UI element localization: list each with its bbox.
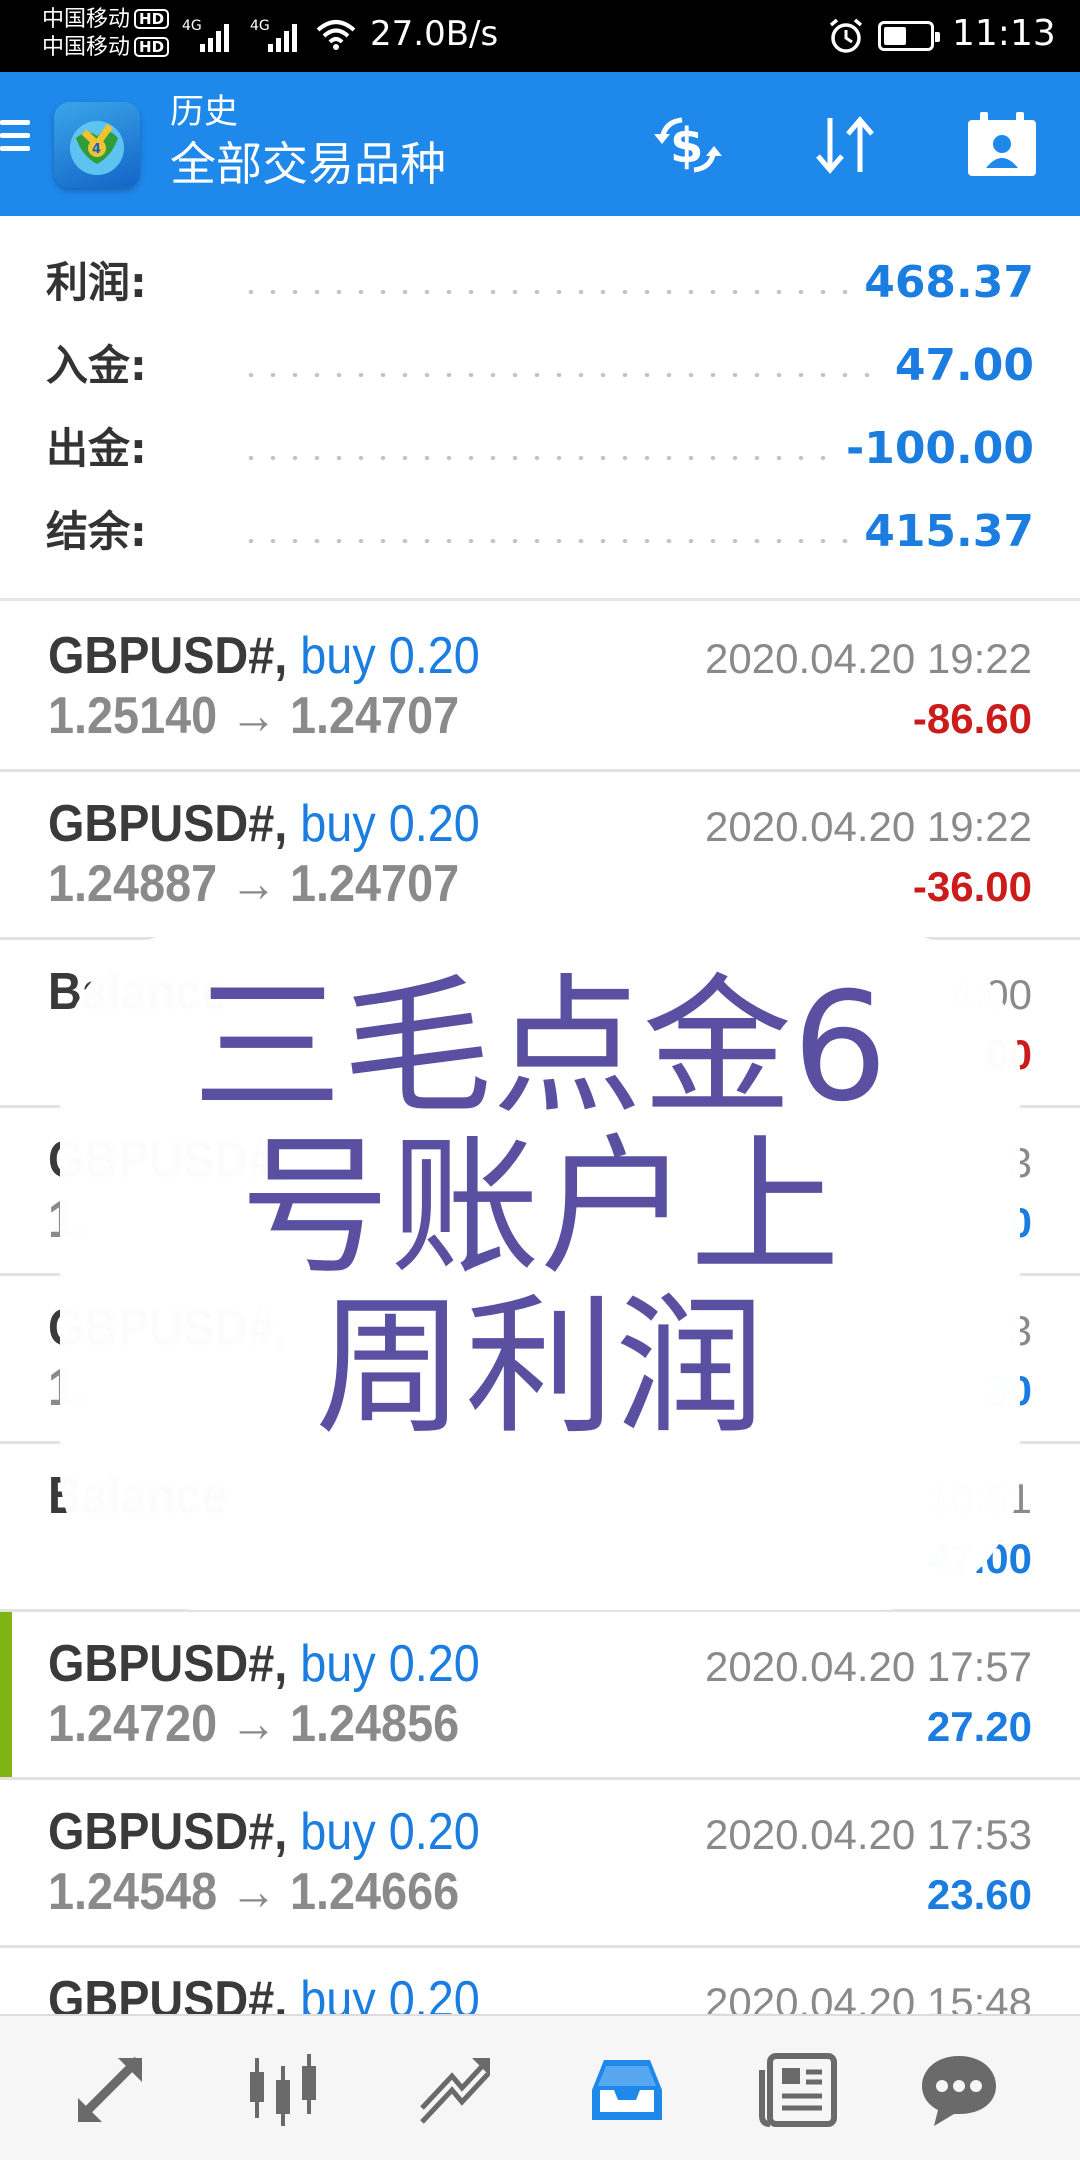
summary-label: 入金: <box>46 341 147 390</box>
hd-badge-2: HD <box>134 37 170 57</box>
summary-value: -100.00 <box>833 424 1034 474</box>
trade-icon[interactable] <box>412 2046 498 2132</box>
summary-value: 468.37 <box>852 258 1034 308</box>
deal-side: buy 0.20 <box>300 1803 480 1861</box>
summary-row-balance: 结余: 415.37 <box>0 501 1080 561</box>
summary-label: 出金: <box>46 424 147 473</box>
clock-label: 11:13 <box>952 13 1056 54</box>
deal-symbol-name: GBPUSD#, <box>48 1803 301 1861</box>
deal-symbol: GBPUSD#, buy 0.20 <box>48 794 480 854</box>
deal-time: 2020.04.20 19:22 <box>705 803 1032 850</box>
deal-time: 2020.04.20 19:22 <box>705 635 1032 682</box>
deal-row[interactable]: GBPUSD#, buy 0.20 1.24887 → 1.24707 2020.0… <box>0 772 1080 940</box>
chart-icon[interactable] <box>240 2046 326 2132</box>
carrier-1-label: 中国移动 <box>42 7 131 32</box>
summary-row-withdrawal: 出金: -100.00 <box>0 418 1080 478</box>
deal-row[interactable]: GBPUSD#, buy 0.20 1.25140 → 1.24707 2020.0… <box>0 604 1080 772</box>
battery-icon <box>878 21 940 51</box>
summary-value: 415.37 <box>852 507 1034 557</box>
deal-symbol: GBPUSD#, buy 0.20 <box>48 1634 480 1694</box>
net-speed-label: 27.0B/s <box>370 14 499 54</box>
deal-prices: 1.25140 → 1.24707 <box>48 687 460 745</box>
news-icon[interactable] <box>756 2046 842 2132</box>
deal-symbol-name: GBPUSD#, <box>48 1635 301 1693</box>
app-bar-subtitle: 历史 <box>170 92 238 132</box>
summary-value: 47.00 <box>882 341 1034 391</box>
app-logo: 4 <box>54 102 140 188</box>
divider <box>0 598 1080 601</box>
signal-icon: 4G <box>182 14 238 58</box>
deal-symbol-name: GBPUSD#, <box>48 627 301 685</box>
deal-side: buy 0.20 <box>300 795 480 853</box>
status-bar: 中国移动 HD 中国移动 HD 4G 4G 27.0B/s 11:13 <box>0 0 1080 72</box>
menu-icon[interactable] <box>0 120 32 164</box>
dotted-leader <box>240 290 880 294</box>
carrier-2-label: 中国移动 <box>42 35 131 60</box>
deal-profit: -86.60 <box>912 695 1032 742</box>
deal-row[interactable]: GBPUSD#, buy 0.20 1.24720 → 1.24856 2020.0… <box>0 1612 1080 1780</box>
deal-symbol: GBPUSD#, buy 0.20 <box>48 626 480 686</box>
selection-marker <box>0 1612 12 1777</box>
wifi-icon <box>314 16 358 52</box>
battery-fill <box>884 27 906 45</box>
app-bar: 4 历史 全部交易品种 $ <box>0 72 1080 216</box>
dotted-leader <box>240 373 880 377</box>
dotted-leader <box>240 456 880 460</box>
summary-label: 结余: <box>46 507 147 556</box>
deal-side: buy 0.20 <box>300 1635 480 1693</box>
signal-2-icon: 4G <box>250 14 306 58</box>
deal-symbol-name: GBPUSD#, <box>48 795 301 853</box>
deal-time: 2020.04.20 17:57 <box>705 1643 1032 1690</box>
summary-panel: 利润: 468.37 入金: 47.00 出金: -100.00 结余: 415… <box>0 216 1080 600</box>
network-type-2-label: 4G <box>250 18 270 34</box>
deal-prices: 1.24720 → 1.24856 <box>48 1695 460 1753</box>
app-bar-title[interactable]: 全部交易品种 <box>170 136 446 192</box>
deal-prices: 1.24548 → 1.24666 <box>48 1863 460 1921</box>
deal-side: buy 0.20 <box>300 627 480 685</box>
summary-label: 利润: <box>46 258 147 307</box>
deal-profit: 27.20 <box>926 1703 1032 1750</box>
summary-row-profit: 利润: 468.37 <box>0 252 1080 312</box>
hd-badge: HD <box>134 9 170 29</box>
bottom-nav <box>0 2014 1080 2160</box>
messages-icon[interactable] <box>916 2046 1002 2132</box>
summary-row-deposit: 入金: 47.00 <box>0 335 1080 395</box>
deal-row[interactable]: GBPUSD#, buy 0.20 1.24548 → 1.24666 2020.0… <box>0 1780 1080 1948</box>
overlay-caption: 三毛点金6 号账户上 周利润 <box>192 961 888 1455</box>
sort-icon[interactable] <box>806 110 886 180</box>
deal-prices: 1.24887 → 1.24707 <box>48 855 460 913</box>
deal-symbol: GBPUSD#, buy 0.20 <box>48 1802 480 1862</box>
quotes-icon[interactable] <box>68 2046 154 2132</box>
alarm-icon <box>826 16 866 60</box>
account-icon[interactable] <box>962 110 1042 180</box>
deal-profit: -36.00 <box>912 863 1032 910</box>
network-type-label: 4G <box>182 18 202 34</box>
deal-profit: 23.60 <box>926 1871 1032 1918</box>
carrier-labels: 中国移动 HD 中国移动 HD <box>42 6 170 62</box>
dotted-leader <box>240 539 880 543</box>
currency-exchange-icon[interactable]: $ <box>648 110 728 180</box>
svg-text:4: 4 <box>92 142 101 157</box>
deal-time: 2020.04.20 17:53 <box>705 1811 1032 1858</box>
history-icon[interactable] <box>584 2046 670 2132</box>
svg-text:$: $ <box>670 118 703 174</box>
